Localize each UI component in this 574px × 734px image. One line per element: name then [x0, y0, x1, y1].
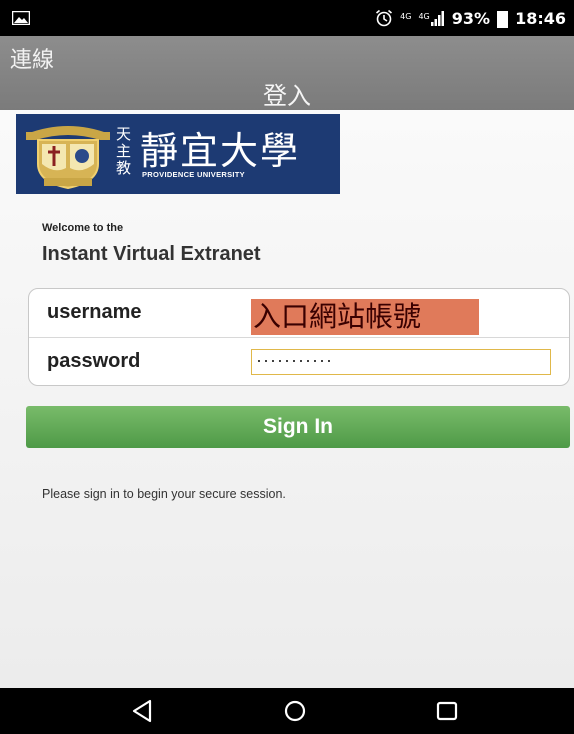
status-bar: 4G 4G 93% 18:46	[0, 0, 574, 36]
form-divider	[29, 337, 569, 338]
back-icon	[132, 699, 152, 723]
home-button[interactable]	[264, 688, 324, 734]
password-field[interactable]: ···········	[251, 349, 551, 375]
recents-button[interactable]	[416, 688, 476, 734]
navigation-bar	[0, 688, 574, 734]
battery-percent: 93%	[451, 8, 491, 28]
picture-icon	[12, 11, 30, 25]
battery-icon	[497, 10, 509, 28]
university-logo: 天主教 靜宜大學 PROVIDENCE UNIVERSITY	[16, 114, 340, 194]
username-label: username	[47, 301, 142, 323]
login-page: 天主教 靜宜大學 PROVIDENCE UNIVERSITY Welcome t…	[0, 110, 574, 688]
welcome-line: Welcome to the	[42, 222, 124, 234]
product-name: Instant Virtual Extranet	[42, 243, 261, 265]
password-label: password	[47, 350, 141, 372]
clock: 18:46	[515, 8, 566, 28]
recents-icon	[436, 701, 458, 721]
home-icon	[284, 700, 306, 722]
back-button[interactable]	[112, 688, 172, 734]
signal-icon: 4G	[418, 10, 444, 26]
logo-name-zh: 靜宜大學	[140, 129, 301, 173]
crest-icon	[26, 126, 110, 190]
logo-catholic-text: 天主教	[116, 125, 132, 177]
alarm-icon	[376, 9, 393, 27]
app-title: 連線	[10, 48, 55, 73]
login-form: username password ···········	[28, 288, 570, 386]
app-bar: 連線 登入	[0, 36, 574, 110]
info-text: Please sign in to begin your secure sess…	[42, 487, 286, 501]
page-title: 登入	[263, 82, 311, 110]
sign-in-button[interactable]: Sign In	[26, 406, 570, 448]
network-indicator-1: 4G	[400, 12, 412, 21]
status-icons: 4G 4G 93% 18:46	[375, 8, 566, 28]
username-field[interactable]	[251, 299, 479, 335]
signal-bars-icon	[430, 11, 444, 26]
logo-name-en: PROVIDENCE UNIVERSITY	[142, 170, 245, 179]
